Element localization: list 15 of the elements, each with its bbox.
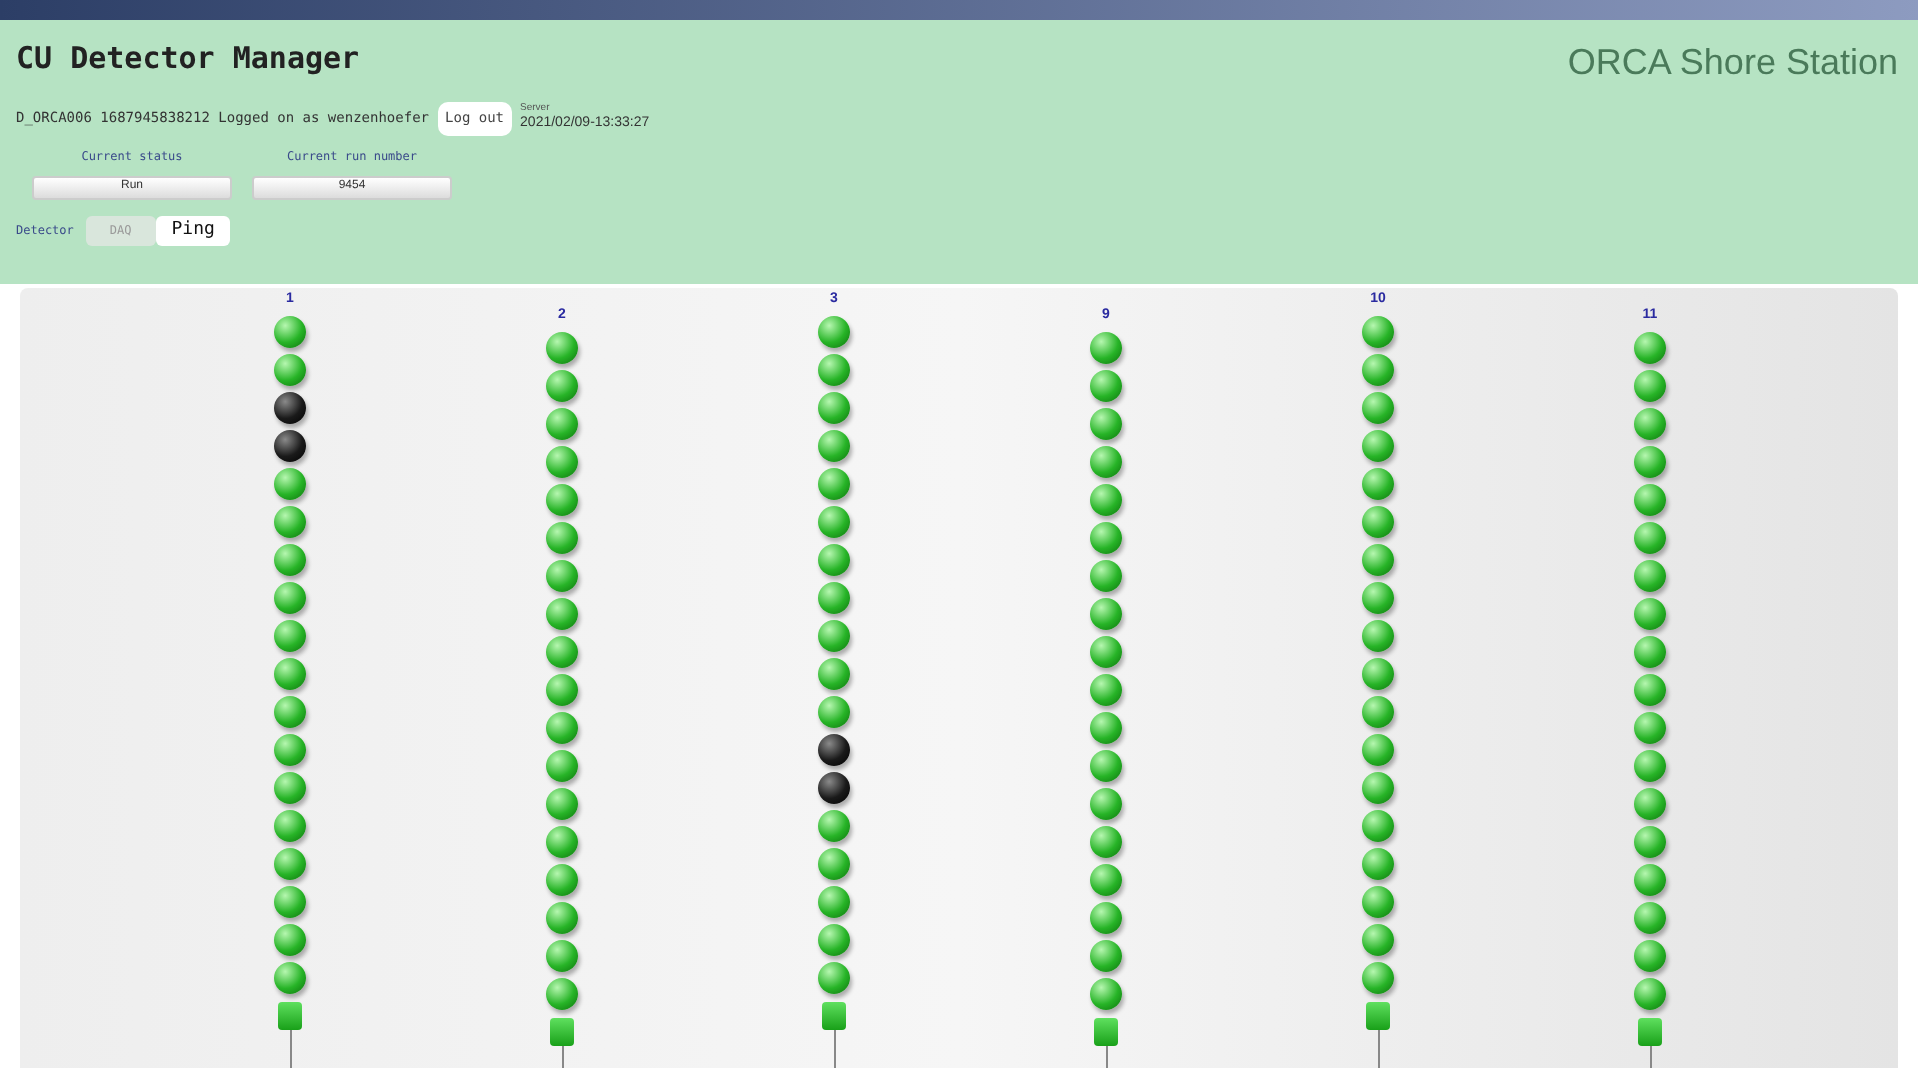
anchor-line: [833, 1030, 835, 1068]
base-module: [1366, 1002, 1390, 1030]
anchor-line: [289, 1030, 291, 1068]
anchor-line: [561, 1046, 563, 1068]
base-module: [278, 1002, 302, 1030]
page-title: CU Detector Manager: [16, 38, 360, 80]
site-title: ORCA Shore Station: [1567, 40, 1898, 86]
anchor-line: [1649, 1046, 1651, 1068]
anchor-line: [1105, 1046, 1107, 1068]
base-module: [550, 1018, 574, 1046]
base-module: [1638, 1018, 1662, 1046]
anchor-line: [1377, 1030, 1379, 1068]
base-module: [822, 1002, 846, 1030]
base-module: [1094, 1018, 1118, 1046]
detector-tab[interactable]: Ping: [155, 215, 231, 246]
